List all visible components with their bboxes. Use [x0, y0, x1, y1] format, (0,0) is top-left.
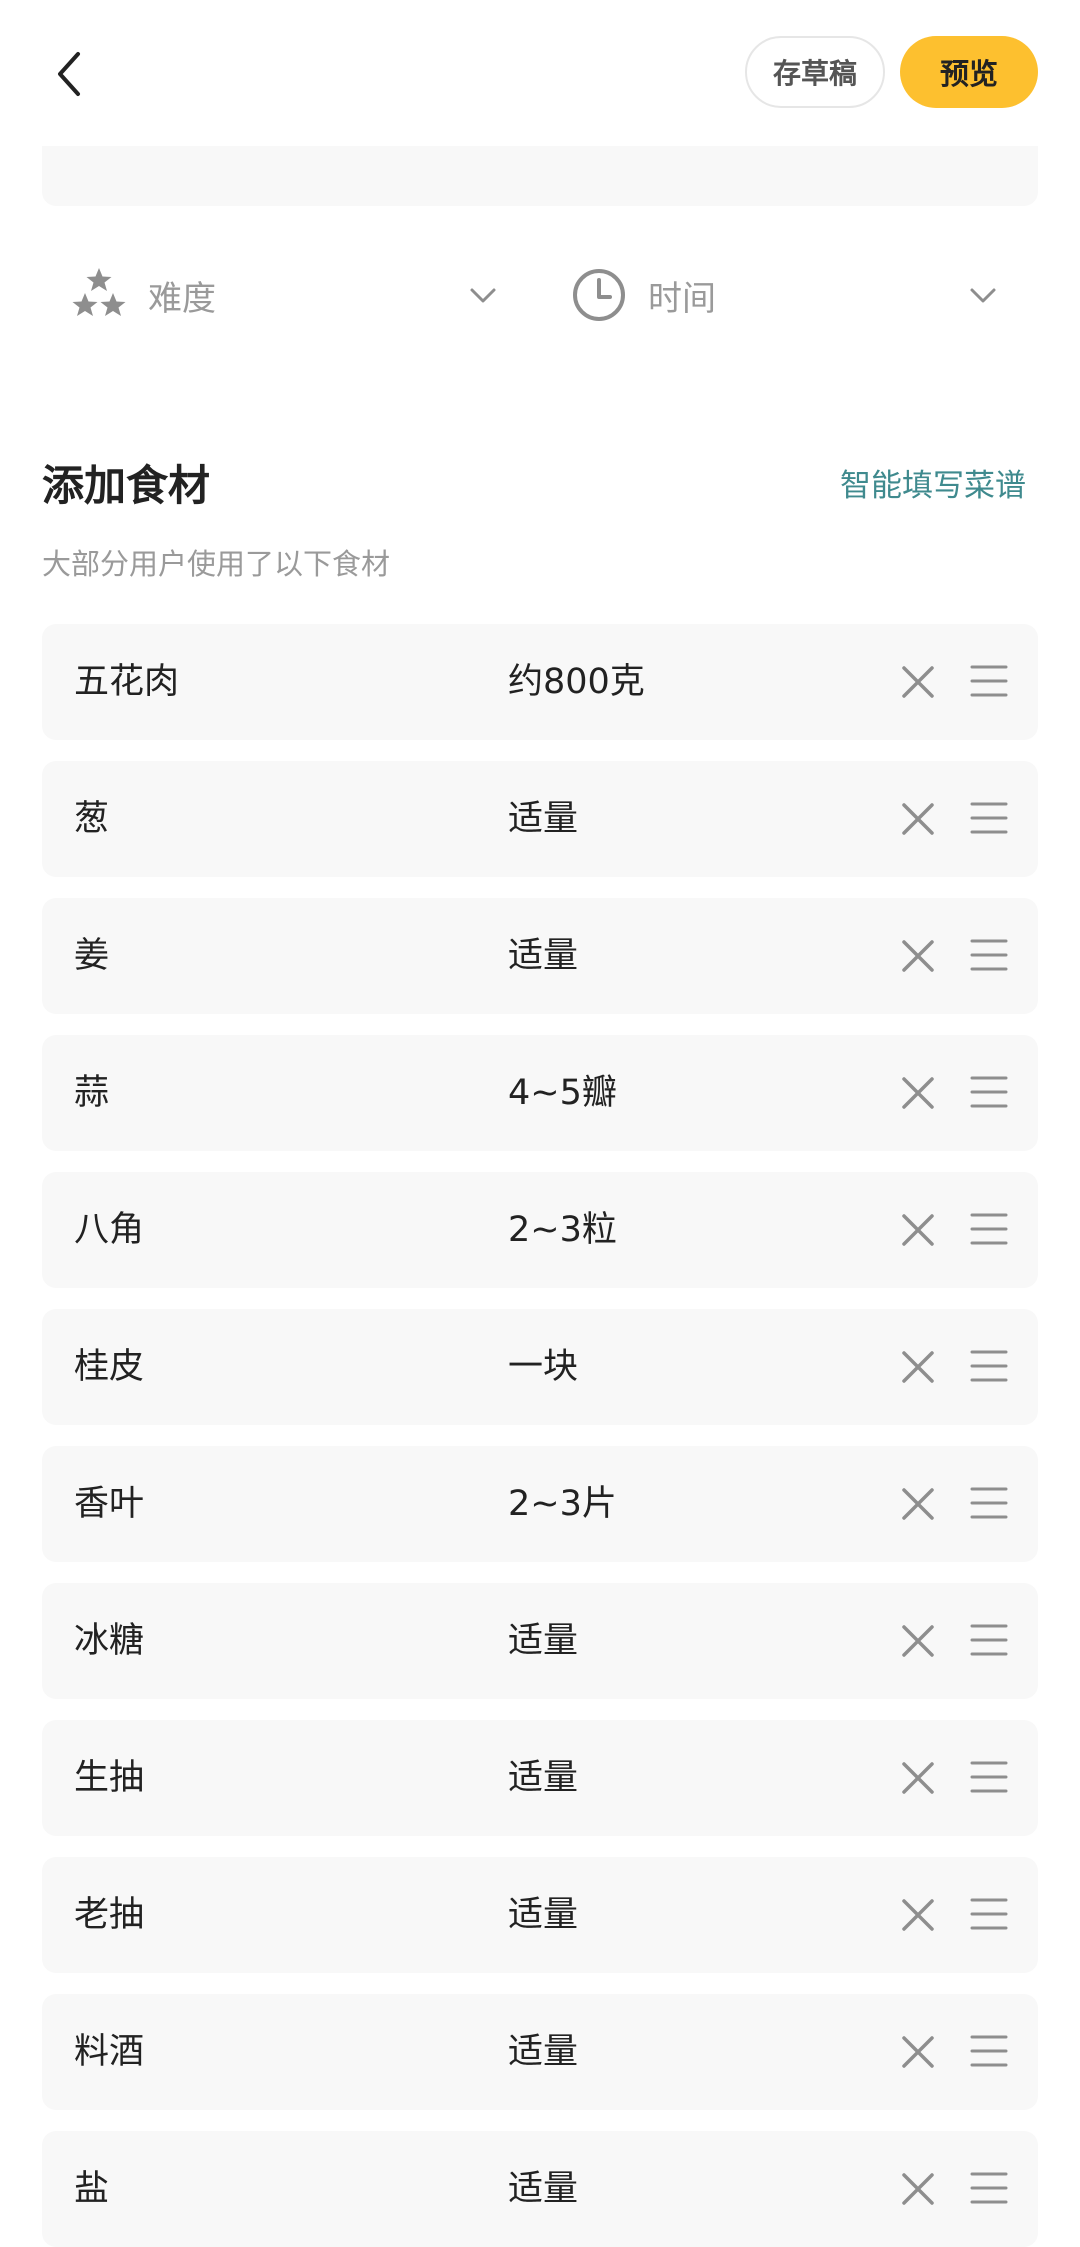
drag-handle-icon[interactable]	[970, 662, 1008, 700]
ingredient-amount[interactable]: 适量	[508, 1994, 578, 2110]
back-button[interactable]	[48, 44, 96, 100]
drag-handle-icon[interactable]	[970, 1758, 1008, 1796]
ingredient-row: 五花肉 约800克	[42, 624, 1038, 740]
ingredient-amount[interactable]: 适量	[508, 1857, 578, 1973]
close-icon[interactable]	[898, 799, 938, 839]
clock-icon	[570, 266, 628, 324]
ingredient-name[interactable]: 葱	[74, 761, 109, 877]
top-bar: 存草稿 预览	[0, 0, 1080, 146]
ingredient-amount[interactable]: 约800克	[508, 624, 645, 740]
ingredient-name[interactable]: 香叶	[74, 1446, 144, 1562]
ingredient-name[interactable]: 八角	[74, 1172, 144, 1288]
preview-button[interactable]: 预览	[900, 36, 1038, 108]
section-title: 添加食材	[42, 461, 211, 510]
ingredient-amount[interactable]: 适量	[508, 1720, 578, 1836]
drag-handle-icon[interactable]	[970, 1621, 1008, 1659]
chevron-left-icon	[58, 52, 80, 96]
chevron-down-icon	[970, 288, 996, 303]
ingredient-amount[interactable]: 适量	[508, 898, 578, 1014]
ingredient-row: 蒜 4~5瓣	[42, 1035, 1038, 1151]
drag-handle-icon[interactable]	[970, 936, 1008, 974]
drag-handle-icon[interactable]	[970, 1484, 1008, 1522]
ingredient-row: 冰糖 适量	[42, 1583, 1038, 1699]
ingredient-name[interactable]: 生抽	[74, 1720, 144, 1836]
ingredient-amount[interactable]: 适量	[508, 1583, 578, 1699]
ingredient-amount[interactable]: 适量	[508, 761, 578, 877]
drag-handle-icon[interactable]	[970, 799, 1008, 837]
chevron-down-icon	[470, 288, 496, 303]
close-icon[interactable]	[898, 2032, 938, 2072]
drag-handle-icon[interactable]	[970, 1895, 1008, 1933]
close-icon[interactable]	[898, 1621, 938, 1661]
ingredient-amount[interactable]: 4~5瓣	[508, 1035, 617, 1151]
ingredient-name[interactable]: 冰糖	[74, 1583, 144, 1699]
difficulty-label: 难度	[148, 278, 216, 319]
ingredient-row: 葱 适量	[42, 761, 1038, 877]
ingredient-row: 生抽 适量	[42, 1720, 1038, 1836]
close-icon[interactable]	[898, 1347, 938, 1387]
stars-icon	[70, 266, 128, 324]
ingredient-amount[interactable]: 2~3片	[508, 1446, 617, 1562]
difficulty-selector[interactable]: 难度	[70, 255, 510, 335]
close-icon[interactable]	[898, 1210, 938, 1250]
close-icon[interactable]	[898, 1895, 938, 1935]
ingredient-amount[interactable]: 一块	[508, 1309, 578, 1425]
ingredient-amount[interactable]: 适量	[508, 2131, 578, 2247]
description-card[interactable]	[42, 140, 1038, 206]
ingredient-name[interactable]: 蒜	[74, 1035, 109, 1151]
close-icon[interactable]	[898, 2169, 938, 2209]
close-icon[interactable]	[898, 662, 938, 702]
ingredients-hint: 大部分用户使用了以下食材	[42, 547, 391, 581]
ingredient-row: 八角 2~3粒	[42, 1172, 1038, 1288]
ingredient-name[interactable]: 盐	[74, 2131, 109, 2247]
drag-handle-icon[interactable]	[970, 1210, 1008, 1248]
drag-handle-icon[interactable]	[970, 2032, 1008, 2070]
save-draft-button[interactable]: 存草稿	[745, 36, 885, 108]
ingredient-name[interactable]: 料酒	[74, 1994, 144, 2110]
close-icon[interactable]	[898, 1758, 938, 1798]
ingredient-row: 姜 适量	[42, 898, 1038, 1014]
drag-handle-icon[interactable]	[970, 1073, 1008, 1111]
ingredient-name[interactable]: 五花肉	[74, 624, 179, 740]
close-icon[interactable]	[898, 936, 938, 976]
drag-handle-icon[interactable]	[970, 1347, 1008, 1385]
close-icon[interactable]	[898, 1484, 938, 1524]
ingredient-name[interactable]: 桂皮	[74, 1309, 144, 1425]
ingredient-row: 香叶 2~3片	[42, 1446, 1038, 1562]
ingredient-row: 老抽 适量	[42, 1857, 1038, 1973]
time-selector[interactable]: 时间	[570, 255, 1010, 335]
ingredient-row: 料酒 适量	[42, 1994, 1038, 2110]
close-icon[interactable]	[898, 1073, 938, 1113]
ingredient-name[interactable]: 老抽	[74, 1857, 144, 1973]
ingredient-amount[interactable]: 2~3粒	[508, 1172, 617, 1288]
time-label: 时间	[648, 278, 716, 319]
smart-fill-link[interactable]: 智能填写菜谱	[840, 460, 1026, 505]
ingredient-row: 盐 适量	[42, 2131, 1038, 2247]
ingredient-row: 桂皮 一块	[42, 1309, 1038, 1425]
ingredient-name[interactable]: 姜	[74, 898, 109, 1014]
drag-handle-icon[interactable]	[970, 2169, 1008, 2207]
